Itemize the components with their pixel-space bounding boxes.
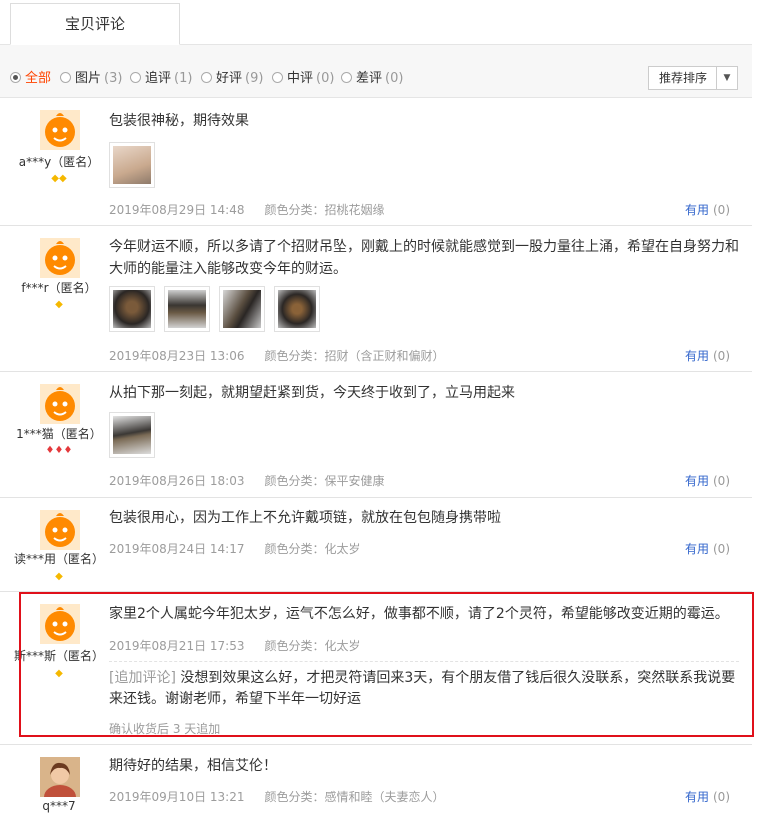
review-item: a***y（匿名） ◆◆ 包装很神秘，期待效果 2019年08月29日 14:4… [0, 98, 752, 226]
review-item: f***r（匿名） ◆ 今年财运不顺，所以多请了个招财吊坠，刚戴上的时候就能感觉… [0, 226, 752, 372]
reviewer-name: 1***猫（匿名） [16, 427, 102, 441]
review-photo[interactable] [164, 286, 210, 332]
review-text: 从拍下那一刻起，就期望赶紧到货，今天终于收到了，立马用起来 [109, 385, 515, 401]
review-date: 2019年08月26日 18:03 [109, 474, 245, 488]
sort-dropdown[interactable]: 推荐排序 ▼ [648, 66, 738, 90]
review-photo[interactable] [109, 286, 155, 332]
useful-label[interactable]: 有用 [685, 349, 709, 363]
review-photo[interactable] [274, 286, 320, 332]
useful-label[interactable]: 有用 [685, 790, 709, 804]
review-meta: 2019年08月23日 13:06 颜色分类：招财（含正财和偏财） [109, 347, 445, 364]
review-item: 读***用（匿名） ◆ 包装很用心，因为工作上不允许戴项链，就放在包包随身携带啦… [0, 498, 752, 592]
avatar[interactable] [40, 384, 80, 424]
filter-label: 追评 [145, 71, 172, 86]
review-sku: 颜色分类：保平安健康 [264, 474, 385, 488]
filter-positive[interactable]: 好评 (9) [201, 67, 263, 86]
review-text: 期待好的结果，相信艾伦！ [109, 758, 277, 774]
avatar[interactable] [40, 757, 80, 797]
filter-label: 全部 [25, 71, 52, 86]
review-date: 2019年08月24日 14:17 [109, 542, 245, 556]
filter-negative[interactable]: 差评 (0) [341, 67, 403, 86]
useful-count: (0) [713, 542, 730, 556]
filter-count: (0) [316, 71, 335, 86]
review-filter-bar: 全部 图片 (3) 追评 (1) 好评 (9) 中评 (0) 差评 (0) 推荐排序 ▼ [0, 45, 752, 98]
level-gem-icon: ◆ [55, 571, 63, 582]
level-gem-icon: ♦♦♦ [45, 445, 73, 456]
review-date: 2019年08月29日 14:48 [109, 203, 245, 217]
review-sku: 颜色分类：化太岁 [264, 542, 361, 556]
reviewer-name: a***y（匿名） [18, 155, 100, 169]
useful-count: (0) [713, 349, 730, 363]
radio-icon[interactable] [201, 72, 212, 83]
reviewer-name: 读***用（匿名） [13, 552, 104, 566]
review-meta: 2019年09月10日 13:21 颜色分类：感情和睦（夫妻恋人） [109, 788, 445, 805]
reviewer-name: q***7 [42, 799, 76, 813]
review-sku: 颜色分类：招桃花姻缘 [264, 203, 385, 217]
avatar[interactable] [40, 110, 80, 150]
radio-icon[interactable] [10, 72, 21, 83]
review-sku: 颜色分类：感情和睦（夫妻恋人） [264, 790, 445, 804]
highlight-box [19, 592, 754, 737]
filter-label: 中评 [287, 71, 314, 86]
level-gem-icon: ◆ [55, 299, 63, 310]
review-meta: 2019年08月29日 14:48 颜色分类：招桃花姻缘 [109, 201, 385, 218]
review-photo[interactable] [219, 286, 265, 332]
useful-count: (0) [713, 203, 730, 217]
useful-button[interactable]: 有用 (0) [685, 201, 730, 218]
filter-followup[interactable]: 追评 (1) [130, 67, 192, 86]
review-text: 包装很神秘，期待效果 [109, 113, 249, 129]
useful-button[interactable]: 有用 (0) [685, 788, 730, 805]
filter-label: 差评 [356, 71, 383, 86]
useful-label[interactable]: 有用 [685, 542, 709, 556]
review-text: 包装很用心，因为工作上不允许戴项链，就放在包包随身携带啦 [109, 510, 501, 526]
radio-icon[interactable] [272, 72, 283, 83]
chevron-down-icon[interactable]: ▼ [716, 67, 737, 89]
review-date: 2019年09月10日 13:21 [109, 790, 245, 804]
reviewer-name: f***r（匿名） [21, 281, 97, 295]
useful-label[interactable]: 有用 [685, 474, 709, 488]
review-sku: 颜色分类：招财（含正财和偏财） [264, 349, 445, 363]
tab-reviews[interactable]: 宝贝评论 [10, 3, 180, 45]
filter-all[interactable]: 全部 [10, 67, 51, 86]
useful-count: (0) [713, 474, 730, 488]
filter-count: (9) [245, 71, 264, 86]
review-item: 1***猫（匿名） ♦♦♦ 从拍下那一刻起，就期望赶紧到货，今天终于收到了，立马… [0, 372, 752, 498]
useful-button[interactable]: 有用 (0) [685, 472, 730, 489]
review-meta: 2019年08月24日 14:17 颜色分类：化太岁 [109, 540, 361, 557]
filter-count: (3) [104, 71, 123, 86]
useful-button[interactable]: 有用 (0) [685, 347, 730, 364]
filter-label: 图片 [75, 71, 102, 86]
avatar[interactable] [40, 238, 80, 278]
filter-count: (0) [385, 71, 404, 86]
review-text: 今年财运不顺，所以多请了个招财吊坠，刚戴上的时候就能感觉到一股力量往上涌，希望在… [109, 239, 739, 277]
level-gem-icon: ◆◆ [51, 173, 67, 184]
useful-count: (0) [713, 790, 730, 804]
radio-icon[interactable] [341, 72, 352, 83]
filter-neutral[interactable]: 中评 (0) [272, 67, 334, 86]
radio-icon[interactable] [60, 72, 71, 83]
filter-images[interactable]: 图片 (3) [60, 67, 122, 86]
useful-label[interactable]: 有用 [685, 203, 709, 217]
radio-icon[interactable] [130, 72, 141, 83]
review-date: 2019年08月23日 13:06 [109, 349, 245, 363]
review-tabbar: 宝贝评论 [0, 0, 752, 45]
review-photo[interactable] [109, 412, 155, 458]
filter-label: 好评 [216, 71, 243, 86]
review-item: q***7 期待好的结果，相信艾伦！ 2019年09月10日 13:21 颜色分类… [0, 745, 752, 821]
review-photo[interactable] [109, 142, 155, 188]
sort-label: 推荐排序 [659, 71, 708, 85]
filter-count: (1) [174, 71, 193, 86]
review-meta: 2019年08月26日 18:03 颜色分类：保平安健康 [109, 472, 385, 489]
useful-button[interactable]: 有用 (0) [685, 540, 730, 557]
avatar[interactable] [40, 510, 80, 550]
